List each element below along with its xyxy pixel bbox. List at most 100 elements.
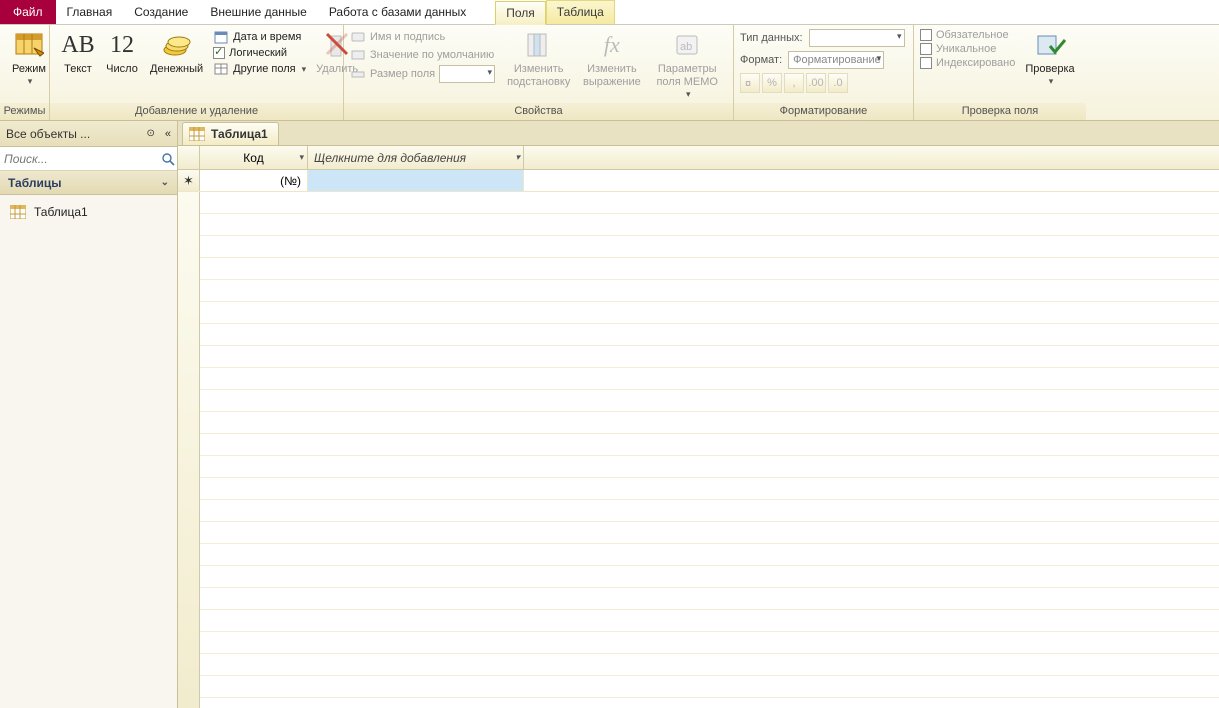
datatype-label: Тип данных: <box>740 32 803 44</box>
group-formatting-label: Форматирование <box>734 103 913 120</box>
column-header-add-label: Щелкните для добавления <box>314 151 466 165</box>
checkbox-icon <box>213 47 225 59</box>
search-icon[interactable] <box>161 150 175 168</box>
document-tab-label: Таблица1 <box>211 127 268 141</box>
name-caption-button[interactable]: Имя и подпись <box>350 29 495 45</box>
navigation-pane: Все объекты ... ⊙ « Таблицы ⌄ Таблица1 <box>0 121 178 708</box>
empty-grid-area <box>178 192 1219 708</box>
tab-file[interactable]: Файл <box>0 0 56 24</box>
group-properties: Имя и подпись Значение по умолчанию Разм… <box>344 25 734 120</box>
document-tabbar: Таблица1 <box>178 121 1219 146</box>
column-dropdown-icon[interactable]: ▾ <box>299 152 304 163</box>
nav-category-label: Таблицы <box>8 176 61 190</box>
name-caption-label: Имя и подпись <box>370 31 445 43</box>
row-selector[interactable]: ✶ <box>178 170 200 191</box>
memo-params-label: Параметры поля MEMO <box>653 63 721 89</box>
indexed-checkbox-row[interactable]: Индексировано <box>920 57 1015 69</box>
field-size-row[interactable]: Размер поля <box>350 65 495 83</box>
cell-add-selected[interactable] <box>308 170 524 191</box>
ribbon-tabbar: Файл Главная Создание Внешние данные Раб… <box>0 0 1219 25</box>
validation-label: Проверка <box>1025 63 1074 76</box>
formatting-combo[interactable]: Форматирование <box>788 51 884 69</box>
thousand-sep-button[interactable]: , <box>784 73 804 93</box>
view-button[interactable]: Режим ▾ <box>6 27 52 89</box>
add-number-label: Число <box>106 63 138 76</box>
add-datetime-button[interactable]: Дата и время <box>213 29 306 45</box>
increase-decimals-button[interactable]: .00 <box>806 73 826 93</box>
memo-params-button[interactable]: ab Параметры поля MEMO ▾ <box>647 27 727 102</box>
ruler-icon <box>350 66 366 82</box>
tab-home[interactable]: Главная <box>56 0 124 24</box>
select-all-box[interactable] <box>178 146 200 169</box>
group-properties-label: Свойства <box>344 103 733 120</box>
increase-decimals-icon: .00 <box>808 77 823 89</box>
percent-format-button[interactable]: % <box>762 73 782 93</box>
datasheet-header: Код ▾ Щелкните для добавления ▾ <box>178 146 1219 170</box>
svg-text:¤: ¤ <box>745 78 751 89</box>
checkbox-icon <box>920 43 932 55</box>
table-icon <box>189 127 205 141</box>
filter-dropdown-icon[interactable]: ⊙ <box>146 128 154 139</box>
currency-type-icon <box>161 29 193 61</box>
document-tab-table1[interactable]: Таблица1 <box>182 122 279 145</box>
modify-expression-button[interactable]: fx Изменить выражение <box>576 27 647 91</box>
group-validation: Обязательное Уникальное Индексировано Пр… <box>914 25 1086 120</box>
group-formatting: Тип данных: Формат: Форматирование ¤ % ,… <box>734 25 914 120</box>
tab-create[interactable]: Создание <box>123 0 199 24</box>
more-fields-button[interactable]: Другие поля ▾ <box>213 61 306 77</box>
collapse-pane-icon[interactable]: « <box>165 128 171 140</box>
currency-icon: ¤ <box>744 77 756 89</box>
number-type-icon: 12 <box>106 29 138 61</box>
add-boolean-label: Логический <box>229 47 287 59</box>
table-icon <box>10 205 26 219</box>
modify-lookup-button[interactable]: Изменить подстановку <box>501 27 576 91</box>
currency-format-button[interactable]: ¤ <box>740 73 760 93</box>
text-type-icon: AB <box>62 29 94 61</box>
field-size-label: Размер поля <box>370 68 435 80</box>
nav-category-tables[interactable]: Таблицы ⌄ <box>0 171 177 195</box>
checkbox-icon <box>920 29 932 41</box>
tab-external-data[interactable]: Внешние данные <box>199 0 318 24</box>
default-value-button[interactable]: Значение по умолчанию <box>350 47 495 63</box>
field-size-input[interactable] <box>439 65 495 83</box>
checkbox-icon <box>920 57 932 69</box>
more-fields-label: Другие поля <box>233 63 295 75</box>
add-currency-label: Денежный <box>150 63 203 76</box>
validation-button[interactable]: Проверка ▾ <box>1019 27 1080 89</box>
tab-database-tools[interactable]: Работа с базами данных <box>318 0 477 24</box>
search-input[interactable] <box>4 152 161 166</box>
group-validation-label: Проверка поля <box>914 103 1086 120</box>
document-area: Таблица1 Код ▾ Щелкните для добавления ▾… <box>178 121 1219 708</box>
column-header-id[interactable]: Код ▾ <box>200 146 308 169</box>
add-text-button[interactable]: AB Текст <box>56 27 100 78</box>
decrease-decimals-icon: .0 <box>833 77 842 89</box>
datasheet: Код ▾ Щелкните для добавления ▾ ✶ (№) <box>178 146 1219 708</box>
add-currency-button[interactable]: Денежный <box>144 27 209 78</box>
navigation-pane-header[interactable]: Все объекты ... ⊙ « <box>0 121 177 147</box>
view-label: Режим <box>12 63 46 76</box>
group-add-remove: AB Текст 12 Число Денежный Дата и время <box>50 25 344 120</box>
collapse-group-icon[interactable]: ⌄ <box>161 177 169 188</box>
unique-checkbox-row[interactable]: Уникальное <box>920 43 1015 55</box>
default-value-icon <box>350 47 366 63</box>
dropdown-icon: ▾ <box>302 64 307 75</box>
column-dropdown-icon[interactable]: ▾ <box>515 152 520 163</box>
required-checkbox-row[interactable]: Обязательное <box>920 29 1015 41</box>
add-datetime-label: Дата и время <box>233 31 301 43</box>
new-record-row[interactable]: ✶ (№) <box>178 170 1219 192</box>
add-number-button[interactable]: 12 Число <box>100 27 144 78</box>
table-icon <box>213 61 229 77</box>
tab-fields[interactable]: Поля <box>495 1 546 25</box>
validation-icon <box>1034 29 1066 61</box>
group-modes: Режим ▾ Режимы <box>0 25 50 120</box>
add-boolean-button[interactable]: Логический <box>213 47 306 59</box>
nav-item-label: Таблица1 <box>34 205 88 219</box>
tab-table[interactable]: Таблица <box>546 0 615 24</box>
decrease-decimals-button[interactable]: .0 <box>828 73 848 93</box>
nav-item-table1[interactable]: Таблица1 <box>0 195 177 229</box>
add-text-label: Текст <box>64 63 92 76</box>
cell-id[interactable]: (№) <box>200 170 308 191</box>
calendar-icon <box>213 29 229 45</box>
column-header-add[interactable]: Щелкните для добавления ▾ <box>308 146 524 169</box>
datatype-combo[interactable] <box>809 29 905 47</box>
